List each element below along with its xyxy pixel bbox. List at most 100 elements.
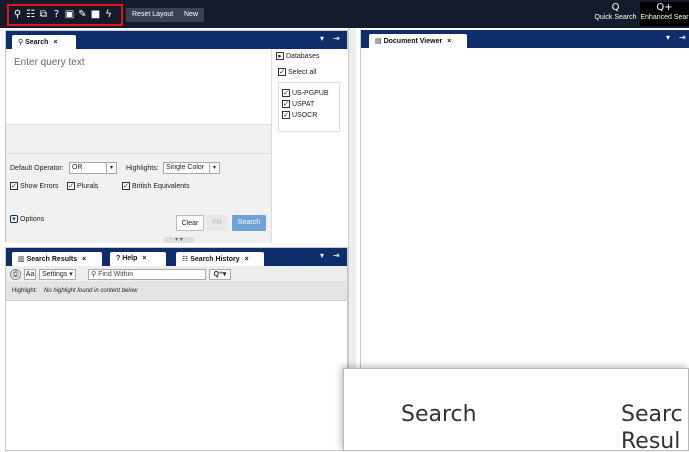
collapse-icon: ▸ [276,52,284,60]
help-icon: ? [116,255,121,262]
results-toolbar: ⎙ Aa Settings ▾ ⚲ Find Within Q⁺▾ [6,266,347,283]
splitter-handle[interactable]: ▾ ▾ [164,237,194,243]
tab-help[interactable]: ? Help × [110,252,166,266]
chevron-down-icon[interactable]: ▾ [320,251,324,260]
search-options-icon[interactable]: Q⁺▾ [209,269,231,280]
checkbox-checked-icon: ✓ [278,68,286,76]
pn-button[interactable]: PN [206,215,228,231]
expand-icon: ▾ [10,215,18,223]
database-checkbox-us-pgpub[interactable]: ✓ US-PGPUB [282,89,329,97]
default-operator-label: Default Operator: [10,165,64,172]
database-checkbox-usocr[interactable]: ✓ USOCR [282,111,317,119]
enhanced-search-label: Enhanced Sear [640,14,689,21]
maximize-icon[interactable]: ⇥ [333,34,340,43]
plurals-checkbox[interactable]: ✓ Plurals [67,182,98,190]
reset-layout-button[interactable]: Reset Layout [126,8,180,22]
tab-search-results-label: Search Results [26,256,78,263]
zoom-search-text: Search [401,402,477,427]
database-checkbox-uspat[interactable]: ✓ USPAT [282,100,314,108]
zoom-results-text: Resul [621,429,681,452]
close-icon[interactable]: × [82,256,86,263]
show-errors-label: Show Errors [20,182,59,190]
databases-header: Databases [286,52,320,60]
british-equivalents-label: British Equivalents [132,182,190,190]
close-icon[interactable]: × [245,256,249,263]
clear-button[interactable]: Clear [176,215,204,231]
chevron-down-icon: ▾ [69,271,73,278]
checkbox-checked-icon: ✓ [282,89,290,97]
highlighted-icon-group: ⚲ ☷ ⧉ ? ▣ ✎ ■ ϟ [7,4,123,26]
close-icon[interactable]: × [447,38,451,45]
settings-dropdown[interactable]: Settings ▾ [39,269,76,280]
database-label: USPAT [292,100,315,108]
british-equivalents-checkbox[interactable]: ✓ British Equivalents [122,182,190,190]
maximize-icon[interactable]: ⇥ [333,251,340,260]
select-all-label: Select all [288,68,317,76]
results-icon: ▥ [18,255,25,263]
databases-panel: ▸ Databases ✓ Select all ✓ US-PGPUB ✓ US… [271,49,348,243]
magnifier-icon: ⚲ [18,38,24,46]
tab-search[interactable]: ⚲ Search × [12,35,76,49]
find-within-input[interactable]: ⚲ Find Within [88,269,206,280]
checkbox-checked-icon: ✓ [67,182,75,190]
print-icon[interactable]: ⎙ [10,269,21,280]
bolt-icon[interactable]: ϟ [103,9,114,21]
default-operator-select[interactable]: OR ▾ [69,162,117,174]
chevron-down-icon[interactable]: ▾ [320,34,324,43]
default-operator-value: OR [72,164,83,171]
query-textarea[interactable]: Enter query text [6,49,271,124]
tab-search-label: Search [25,39,49,46]
enhanced-search-icon: Q+ [656,2,673,13]
highlight-label: Highlight: [12,288,38,294]
database-label: USOCR [292,111,318,119]
edit-icon[interactable]: ✎ [77,9,88,21]
font-size-icon[interactable]: Aa [24,269,36,280]
highlights-value: Single Color [166,164,205,171]
save-icon[interactable]: ▣ [64,9,75,21]
checkbox-checked-icon: ✓ [10,182,18,190]
plurals-label: Plurals [77,182,99,190]
options-toggle[interactable]: ▾ Options [10,215,44,223]
search-panel: ⚲ Search × ▾ ⇥ Enter query text Default … [5,30,348,243]
tab-help-label: Help [122,255,138,262]
document-icon: ▤ [375,37,382,45]
query-placeholder: Enter query text [14,57,85,68]
search-button[interactable]: Search [232,215,266,231]
quick-search-icon: Q [611,2,620,13]
copy-icon[interactable]: ⧉ [38,9,49,21]
close-icon[interactable]: × [53,39,57,46]
help-icon[interactable]: ? [51,9,62,21]
maximize-icon[interactable]: ⇥ [679,33,686,42]
quick-search-label: Quick Search [594,14,637,21]
database-label: US-PGPUB [292,89,329,97]
tab-search-history-label: Search History [190,256,240,263]
square-icon[interactable]: ■ [90,9,101,21]
checkbox-checked-icon: ✓ [282,111,290,119]
chevron-down-icon[interactable]: ▾ [666,33,670,42]
results-panel-header: ▥ Search Results × ? Help × ☷ Search His… [6,248,347,266]
search-icon[interactable]: ⚲ [12,9,23,21]
show-errors-checkbox[interactable]: ✓ Show Errors [10,182,59,190]
close-icon[interactable]: × [142,255,146,262]
databases-toggle[interactable]: ▸ Databases [276,52,319,60]
history-icon: ☷ [182,255,189,263]
database-list: ✓ US-PGPUB ✓ USPAT ✓ USOCR [278,82,340,132]
quick-search-button[interactable]: Q Quick Search [593,2,638,26]
zoom-callout: Search Searc Resul [343,368,689,452]
enhanced-search-button[interactable]: Q+ Enhanced Sear [640,2,689,26]
tab-document-viewer-label: Document Viewer [383,38,443,45]
search-list-icon[interactable]: ☷ [25,9,36,21]
chevron-down-icon: ▾ [209,163,219,173]
checkbox-checked-icon: ✓ [122,182,130,190]
tab-search-history[interactable]: ☷ Search History × [176,252,264,266]
highlights-select[interactable]: Single Color ▾ [163,162,220,174]
tab-search-results[interactable]: ▥ Search Results × [12,252,102,266]
new-button[interactable]: New [178,8,205,22]
checkbox-checked-icon: ✓ [282,100,290,108]
search-icon: ⚲ [91,270,97,278]
settings-label: Settings [42,271,68,278]
highlight-status: No highlight found in content below [44,288,138,294]
zoom-search-results-text: Searc [621,402,683,427]
tab-document-viewer[interactable]: ▤ Document Viewer × [369,34,467,48]
select-all-checkbox[interactable]: ✓ Select all [278,68,316,76]
